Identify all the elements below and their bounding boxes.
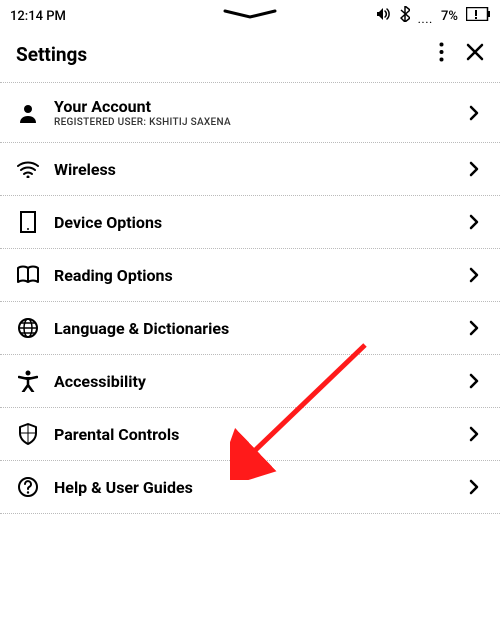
chevron-right-icon bbox=[464, 161, 484, 177]
battery-icon bbox=[466, 7, 490, 25]
settings-item-your-account[interactable]: Your Account REGISTERED USER: KSHITIJ SA… bbox=[0, 82, 500, 142]
settings-item-language-dictionaries[interactable]: Language & Dictionaries bbox=[0, 301, 500, 354]
chevron-right-icon bbox=[464, 479, 484, 495]
status-icons: .... 7% bbox=[376, 6, 490, 26]
item-subtitle: REGISTERED USER: KSHITIJ SAXENA bbox=[54, 117, 450, 128]
swipe-handle-icon[interactable] bbox=[223, 8, 277, 23]
accessibility-icon bbox=[16, 369, 40, 393]
item-title: Wireless bbox=[54, 160, 450, 179]
chevron-right-icon bbox=[464, 267, 484, 283]
battery-percent: 7% bbox=[441, 9, 458, 24]
status-time: 12:14 PM bbox=[10, 9, 66, 24]
settings-item-parental-controls[interactable]: Parental Controls bbox=[0, 407, 500, 460]
chevron-right-icon bbox=[464, 426, 484, 442]
chevron-right-icon bbox=[464, 320, 484, 336]
item-title: Accessibility bbox=[54, 372, 450, 391]
chevron-right-icon bbox=[464, 373, 484, 389]
item-title: Help & User Guides bbox=[54, 478, 450, 497]
more-icon[interactable] bbox=[439, 42, 444, 66]
settings-list: Your Account REGISTERED USER: KSHITIJ SA… bbox=[0, 82, 500, 514]
settings-item-reading-options[interactable]: Reading Options bbox=[0, 248, 500, 301]
chevron-right-icon bbox=[464, 105, 484, 121]
item-title: Parental Controls bbox=[54, 425, 450, 444]
item-title: Your Account bbox=[54, 97, 450, 116]
shield-icon bbox=[16, 422, 40, 446]
wifi-dots-icon: .... bbox=[418, 15, 433, 26]
header: Settings bbox=[0, 28, 500, 82]
page-title: Settings bbox=[16, 43, 439, 66]
settings-item-wireless[interactable]: Wireless bbox=[0, 142, 500, 195]
close-icon[interactable] bbox=[466, 43, 484, 65]
settings-item-device-options[interactable]: Device Options bbox=[0, 195, 500, 248]
volume-icon bbox=[376, 7, 392, 25]
globe-icon bbox=[16, 316, 40, 340]
account-icon bbox=[16, 101, 40, 125]
item-title: Language & Dictionaries bbox=[54, 319, 450, 338]
tablet-icon bbox=[16, 210, 40, 234]
bluetooth-icon bbox=[400, 6, 410, 26]
chevron-right-icon bbox=[464, 214, 484, 230]
help-icon bbox=[16, 475, 40, 499]
item-title: Reading Options bbox=[54, 266, 450, 285]
wifi-icon bbox=[16, 157, 40, 181]
settings-item-help-user-guides[interactable]: Help & User Guides bbox=[0, 460, 500, 514]
book-icon bbox=[16, 263, 40, 287]
status-bar: 12:14 PM .... 7% bbox=[0, 0, 500, 28]
item-title: Device Options bbox=[54, 213, 450, 232]
settings-item-accessibility[interactable]: Accessibility bbox=[0, 354, 500, 407]
